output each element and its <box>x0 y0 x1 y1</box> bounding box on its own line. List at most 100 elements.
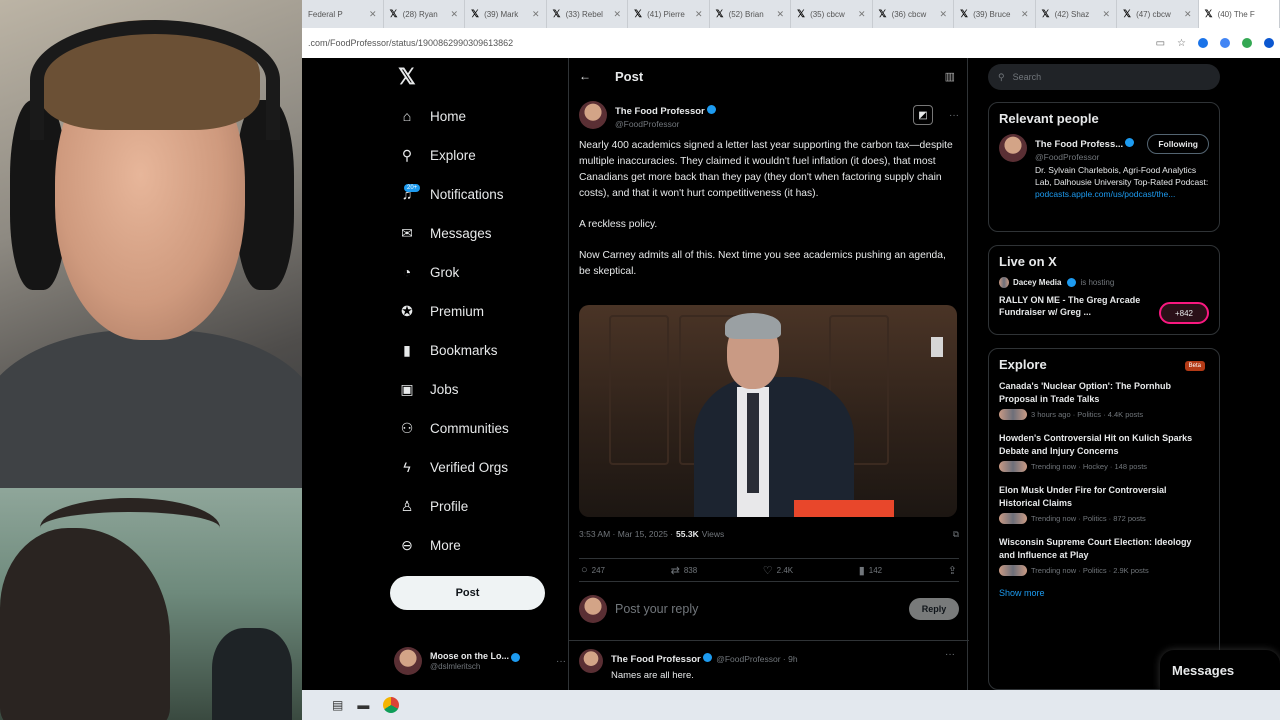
account-icon[interactable] <box>1264 37 1274 48</box>
browser-tab[interactable]: 𝕏 (47) cbcw ✕ <box>1117 0 1199 28</box>
home-icon: ⌂ <box>402 108 412 124</box>
author-handle[interactable]: @FoodProfessor <box>615 119 716 129</box>
x-logo-icon[interactable]: 𝕏 <box>398 64 416 90</box>
trend-item[interactable]: Canada's 'Nuclear Option': The Pornhub P… <box>999 380 1209 420</box>
nav-explore[interactable]: ⚲ Explore <box>388 140 568 170</box>
file-explorer-icon[interactable]: ▤ <box>332 698 343 712</box>
close-icon[interactable]: ✕ <box>450 9 458 20</box>
reply-author-handle[interactable]: @FoodProfessor · 9h <box>716 654 797 664</box>
browser-tab[interactable]: 𝕏 (28) Ryan ✕ <box>384 0 465 28</box>
nav-premium[interactable]: ✪ Premium <box>388 296 568 326</box>
close-icon[interactable]: ✕ <box>613 9 621 20</box>
bookmark-action[interactable]: ▮ 142 <box>859 564 882 577</box>
listener-count[interactable]: +842 <box>1159 302 1209 324</box>
account-switcher[interactable]: Moose on the Lo... @dslmleritsch ··· <box>394 642 566 680</box>
close-icon[interactable]: ✕ <box>939 9 947 20</box>
share-action[interactable]: ⇪ <box>948 564 957 577</box>
bio-link[interactable]: podcasts.apple.com/us/podcast/the... <box>1035 189 1175 199</box>
browser-tab[interactable]: 𝕏 (36) cbcw ✕ <box>873 0 954 28</box>
tab-title: (40) The F <box>1217 9 1255 19</box>
avatar <box>579 595 607 623</box>
extension-icon[interactable] <box>1198 37 1208 48</box>
post-button[interactable]: Post <box>390 576 545 610</box>
trend-item[interactable]: Elon Musk Under Fire for Controversial H… <box>999 484 1209 524</box>
folder-icon[interactable]: ▬ <box>357 698 369 712</box>
reply-composer: Post your reply Reply <box>579 590 959 628</box>
post-image[interactable] <box>579 305 957 517</box>
grok-explain-icon[interactable]: ◩ <box>913 105 933 125</box>
close-icon[interactable]: ✕ <box>1184 9 1192 20</box>
nav-more[interactable]: ⊖ More <box>388 530 568 560</box>
search-icon: ⚲ <box>998 71 1005 82</box>
back-arrow-icon[interactable]: ← <box>579 69 591 83</box>
nav-home[interactable]: ⌂ Home <box>388 101 568 131</box>
browser-tab[interactable]: 𝕏 (42) Shaz ✕ <box>1036 0 1117 28</box>
close-icon[interactable]: ✕ <box>695 9 703 20</box>
host-name: Dacey Media <box>1013 278 1062 287</box>
close-icon[interactable]: ✕ <box>858 9 866 20</box>
avatar[interactable] <box>579 101 607 129</box>
browser-tab-active[interactable]: 𝕏 (40) The F <box>1198 0 1280 28</box>
close-icon[interactable]: ✕ <box>532 9 540 20</box>
relevant-person[interactable]: The Food Profess... @FoodProfessor Follo… <box>999 134 1209 162</box>
following-button[interactable]: Following <box>1147 134 1209 154</box>
trend-item[interactable]: Wisconsin Supreme Court Election: Ideolo… <box>999 536 1209 576</box>
tab-title: (36) cbcw <box>891 9 927 19</box>
reply-action[interactable]: ○ 247 <box>581 564 605 576</box>
nav-bookmarks[interactable]: ▮ Bookmarks <box>388 335 568 365</box>
chrome-icon[interactable] <box>383 697 400 713</box>
close-icon[interactable]: ✕ <box>1021 9 1029 20</box>
browser-tab[interactable]: Federal P ✕ <box>302 0 384 28</box>
more-icon[interactable]: ··· <box>945 649 955 660</box>
profile-icon[interactable] <box>1242 37 1252 48</box>
messages-drawer[interactable]: Messages <box>1160 650 1280 690</box>
x-logo-icon: 𝕏 <box>797 8 806 20</box>
browser-tab[interactable]: 𝕏 (35) cbcw ✕ <box>791 0 873 28</box>
person-handle[interactable]: @FoodProfessor <box>1035 152 1134 162</box>
trend-item[interactable]: Howden's Controversial Hit on Kulich Spa… <box>999 432 1209 472</box>
avatar[interactable] <box>999 134 1027 162</box>
space-host[interactable]: Dacey Media is hosting <box>999 277 1209 288</box>
reply-author-name[interactable]: The Food Professor <box>611 654 701 665</box>
nav-verified-orgs[interactable]: ϟ Verified Orgs <box>388 452 568 482</box>
cast-icon[interactable]: ▭ <box>1156 38 1165 49</box>
nav-communities[interactable]: ⚇ Communities <box>388 413 568 443</box>
browser-tab[interactable]: 𝕏 (52) Brian ✕ <box>710 0 791 28</box>
close-icon[interactable]: ✕ <box>776 9 784 20</box>
reply-input[interactable]: Post your reply <box>615 602 698 616</box>
url-text[interactable]: .com/FoodProfessor/status/19008629903096… <box>308 38 513 48</box>
person-name[interactable]: The Food Profess... <box>1035 139 1123 150</box>
nav-notifications[interactable]: ♫ 20+ Notifications <box>388 179 568 209</box>
nav-grok[interactable]: ◔ Grok <box>388 257 568 287</box>
nav-jobs[interactable]: ▣ Jobs <box>388 374 568 404</box>
repost-action[interactable]: ⇄ 838 <box>671 564 698 577</box>
search-input[interactable]: ⚲ Search <box>988 64 1220 90</box>
browser-tab[interactable]: 𝕏 (39) Mark ✕ <box>465 0 547 28</box>
space-title[interactable]: RALLY ON ME - The Greg Arcade Fundraiser… <box>999 294 1149 318</box>
reader-mode-icon[interactable]: ▥ <box>945 70 955 83</box>
address-bar[interactable]: .com/FoodProfessor/status/19008629903096… <box>302 28 1280 58</box>
star-icon[interactable]: ☆ <box>1177 38 1186 49</box>
post-timestamp[interactable]: 3:53 AM · Mar 15, 2025 · <box>579 529 673 540</box>
browser-tab[interactable]: 𝕏 (33) Rebel ✕ <box>547 0 628 28</box>
reply-post[interactable]: The Food Professor @FoodProfessor · 9h N… <box>569 640 969 690</box>
avatar[interactable] <box>579 649 603 673</box>
reply-button[interactable]: Reply <box>909 598 959 620</box>
close-icon[interactable]: ✕ <box>369 9 377 20</box>
nav-messages[interactable]: ✉ Messages <box>388 218 568 248</box>
post-meta: 3:53 AM · Mar 15, 2025 · 55.3K Views ⧉ <box>579 529 959 540</box>
show-more-link[interactable]: Show more <box>999 588 1209 598</box>
browser-tab[interactable]: 𝕏 (41) Pierre ✕ <box>628 0 710 28</box>
nav-profile[interactable]: ♙ Profile <box>388 491 568 521</box>
trend-meta: Trending now · Politics · 2.9K posts <box>1031 566 1149 575</box>
translate-icon[interactable] <box>1220 37 1230 48</box>
analytics-icon[interactable]: ⧉ <box>953 529 959 540</box>
close-icon[interactable]: ✕ <box>1102 9 1110 20</box>
more-icon[interactable]: ··· <box>949 110 959 121</box>
author-name[interactable]: The Food Professor <box>615 106 705 117</box>
post-actions: ○ 247 ⇄ 838 ♡ 2.4K ▮ 142 ⇪ <box>579 558 959 582</box>
more-icon[interactable]: ··· <box>556 656 566 667</box>
browser-tab[interactable]: 𝕏 (39) Bruce ✕ <box>954 0 1036 28</box>
like-action[interactable]: ♡ 2.4K <box>763 564 793 577</box>
premium-icon: ✪ <box>401 302 413 319</box>
